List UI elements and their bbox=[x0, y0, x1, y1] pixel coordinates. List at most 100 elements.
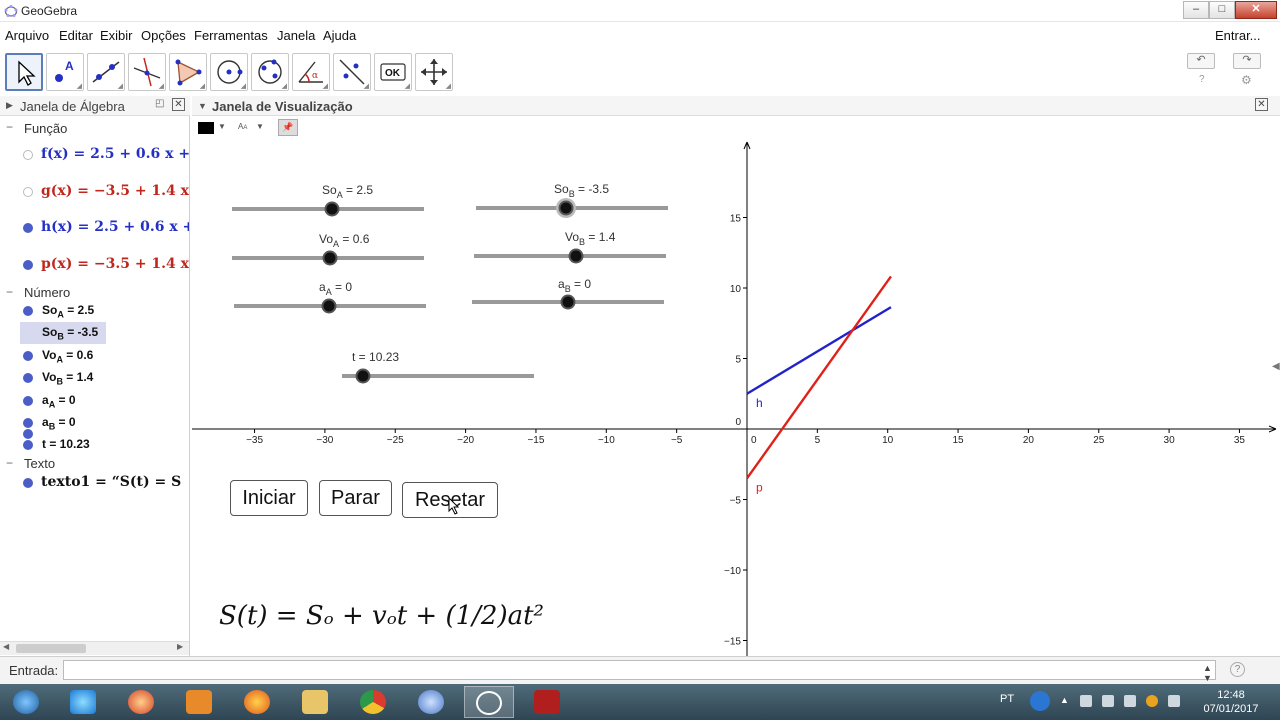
point-tool-button[interactable]: A ◢ bbox=[46, 53, 84, 91]
slider-handle[interactable] bbox=[568, 248, 584, 264]
login-link[interactable]: Entrar... bbox=[1215, 28, 1261, 43]
help-icon[interactable]: ? bbox=[1199, 74, 1205, 85]
category-funcao[interactable]: Função bbox=[24, 121, 67, 136]
parar-button[interactable]: Parar bbox=[319, 480, 392, 516]
taskbar-chromium[interactable] bbox=[406, 686, 456, 718]
close-icon[interactable]: ✕ bbox=[172, 98, 185, 111]
visibility-toggle[interactable] bbox=[23, 306, 33, 316]
slider-tool-button[interactable]: OK ◢ bbox=[374, 53, 412, 91]
visibility-toggle[interactable] bbox=[23, 373, 33, 383]
perpendicular-tool-button[interactable]: ◢ bbox=[128, 53, 166, 91]
move-tool-button[interactable] bbox=[5, 53, 43, 91]
taskbar-media[interactable] bbox=[116, 686, 166, 718]
list-item-selected[interactable]: SoB = -3.5 bbox=[20, 322, 106, 344]
list-item[interactable]: p(x) = −3.5 + 1.4 x bbox=[0, 254, 189, 276]
help-tray-icon[interactable] bbox=[1030, 691, 1050, 711]
slider-handle[interactable] bbox=[558, 200, 574, 216]
undo-button[interactable]: ↶ bbox=[1187, 53, 1215, 69]
chevron-up-icon[interactable]: ▲ bbox=[1060, 695, 1072, 707]
visibility-toggle[interactable] bbox=[23, 223, 33, 233]
menu-opcoes[interactable]: Opções bbox=[141, 28, 186, 43]
category-numero[interactable]: Número bbox=[24, 285, 70, 300]
ellipse-tool-button[interactable]: ◢ bbox=[251, 53, 289, 91]
category-texto[interactable]: Texto bbox=[24, 456, 55, 471]
list-item[interactable]: t = 10.23 bbox=[0, 434, 189, 456]
taskbar-firefox[interactable] bbox=[232, 686, 282, 718]
list-item[interactable]: aB = 0 bbox=[0, 412, 189, 434]
visibility-toggle[interactable] bbox=[23, 351, 33, 361]
minimize-button[interactable]: – bbox=[1183, 1, 1209, 19]
menu-exibir[interactable]: Exibir bbox=[100, 28, 133, 43]
list-item[interactable]: texto1 = “S(t) = S bbox=[0, 472, 189, 494]
collapse-icon[interactable]: − bbox=[6, 120, 13, 134]
list-item[interactable]: SoA = 2.5 bbox=[0, 300, 189, 322]
input-field[interactable] bbox=[63, 660, 1216, 680]
menu-ajuda[interactable]: Ajuda bbox=[323, 28, 356, 43]
clock[interactable]: 12:48 07/01/2017 bbox=[1196, 688, 1266, 716]
taskbar-video[interactable] bbox=[174, 686, 224, 718]
scrollbar-thumb[interactable] bbox=[16, 644, 86, 653]
list-item[interactable]: aA = 0 bbox=[0, 390, 189, 412]
start-button[interactable] bbox=[1, 686, 51, 718]
visibility-toggle[interactable] bbox=[23, 260, 33, 270]
slider-vo-b[interactable]: VoB = 1.4 bbox=[474, 230, 666, 264]
list-item[interactable]: g(x) = −3.5 + 1.4 x bbox=[0, 181, 189, 203]
list-item[interactable]: f(x) = 2.5 + 0.6 x + bbox=[0, 144, 189, 166]
circle-tool-button[interactable]: ◢ bbox=[210, 53, 248, 91]
menu-ferramentas[interactable]: Ferramentas bbox=[194, 28, 268, 43]
battery-icon[interactable] bbox=[1102, 695, 1114, 707]
taskbar-explorer[interactable] bbox=[290, 686, 340, 718]
list-item[interactable]: VoA = 0.6 bbox=[0, 345, 189, 367]
visibility-toggle[interactable] bbox=[23, 396, 33, 406]
angle-tool-button[interactable]: α ◢ bbox=[292, 53, 330, 91]
menu-editar[interactable]: Editar bbox=[59, 28, 93, 43]
collapse-icon[interactable]: − bbox=[6, 285, 13, 299]
list-item[interactable]: h(x) = 2.5 + 0.6 x + bbox=[0, 217, 189, 239]
list-item[interactable]: VoB = 1.4 bbox=[0, 367, 189, 389]
slider-handle[interactable] bbox=[560, 294, 576, 310]
line-tool-button[interactable]: ◢ bbox=[87, 53, 125, 91]
pin-icon[interactable]: 📌 bbox=[278, 119, 298, 136]
slider-so-b[interactable]: SoB = -3.5 bbox=[476, 182, 668, 218]
menu-janela[interactable]: Janela bbox=[277, 28, 315, 43]
flag-icon[interactable] bbox=[1168, 695, 1180, 707]
font-size-icon[interactable]: AA bbox=[238, 122, 247, 131]
visibility-toggle[interactable] bbox=[23, 150, 33, 160]
redo-button[interactable]: ↷ bbox=[1233, 53, 1261, 69]
undock-icon[interactable]: ◰ bbox=[155, 98, 164, 109]
taskbar-chrome[interactable] bbox=[348, 686, 398, 718]
network-icon[interactable] bbox=[1080, 695, 1092, 707]
help-icon[interactable]: ? bbox=[1230, 662, 1245, 677]
slider-handle[interactable] bbox=[355, 368, 371, 384]
slider-handle[interactable] bbox=[321, 298, 337, 314]
taskbar-recorder[interactable] bbox=[522, 686, 572, 718]
chevron-down-icon[interactable]: ▼ bbox=[256, 122, 264, 131]
visibility-toggle[interactable] bbox=[23, 187, 33, 197]
update-icon[interactable] bbox=[1146, 695, 1158, 707]
scroll-right-icon[interactable]: ▶ bbox=[177, 642, 183, 651]
visibility-toggle[interactable] bbox=[23, 418, 33, 428]
taskbar-geogebra[interactable] bbox=[464, 686, 514, 718]
iniciar-button[interactable]: Iniciar bbox=[230, 480, 308, 516]
close-window-button[interactable]: ✕ bbox=[1235, 1, 1277, 19]
polygon-tool-button[interactable]: ◢ bbox=[169, 53, 207, 91]
triangle-right-icon[interactable]: ▶ bbox=[6, 100, 13, 111]
slider-vo-a[interactable]: VoA = 0.6 bbox=[232, 232, 424, 266]
algebra-horizontal-scrollbar[interactable]: ◀ ▶ bbox=[0, 641, 189, 655]
language-indicator[interactable]: PT bbox=[1000, 693, 1014, 705]
slider-a-a[interactable]: aA = 0 bbox=[234, 280, 426, 314]
menu-arquivo[interactable]: Arquivo bbox=[5, 28, 49, 43]
visibility-toggle[interactable] bbox=[23, 440, 33, 450]
maximize-button[interactable]: □ bbox=[1209, 1, 1235, 19]
chevron-updown-icon[interactable]: ▲ ▼ bbox=[1203, 663, 1212, 683]
gear-icon[interactable]: ⚙ bbox=[1241, 73, 1252, 87]
reflect-tool-button[interactable]: ◢ bbox=[333, 53, 371, 91]
slider-so-a[interactable]: SoA = 2.5 bbox=[232, 183, 424, 217]
triangle-down-icon[interactable]: ▼ bbox=[198, 101, 207, 111]
visibility-toggle[interactable] bbox=[23, 478, 33, 488]
slider-handle[interactable] bbox=[322, 250, 338, 266]
slider-handle[interactable] bbox=[324, 201, 340, 217]
side-panel-arrow-icon[interactable]: ◀ bbox=[1272, 361, 1280, 372]
collapse-icon[interactable]: − bbox=[6, 456, 13, 470]
slider-t[interactable]: t = 10.23 bbox=[342, 350, 534, 384]
